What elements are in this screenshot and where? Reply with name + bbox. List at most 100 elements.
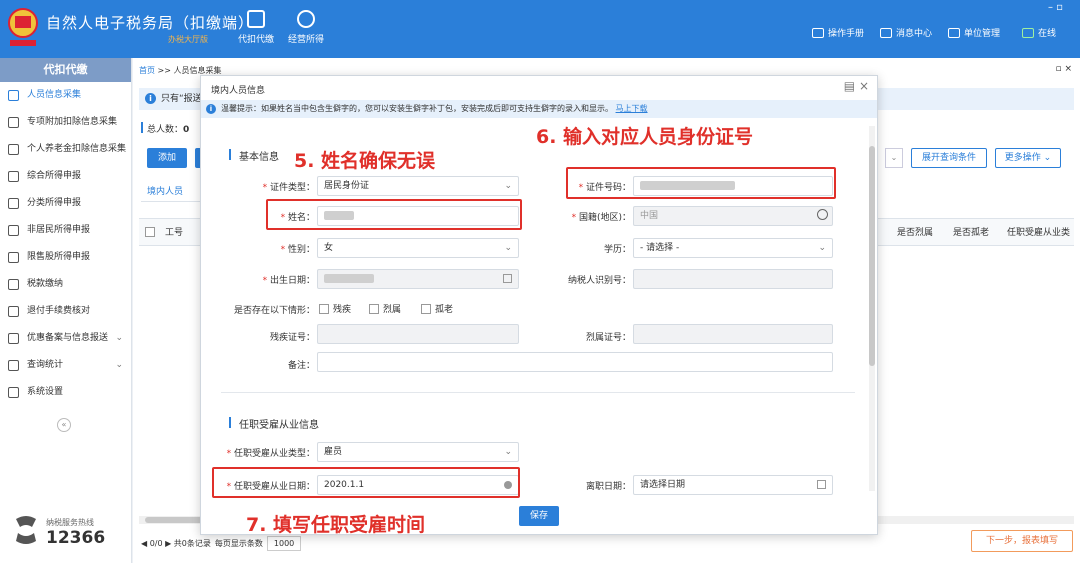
- remark-input[interactable]: [317, 352, 833, 372]
- sidebar-header: 代扣代缴: [0, 58, 131, 82]
- more-ops-label: 更多操作: [1004, 153, 1041, 163]
- employment-type-label: * 任职受雇从业类型：: [226, 449, 315, 459]
- monitor-icon: [1022, 27, 1034, 38]
- unit-management-label: 单位管理: [964, 29, 1001, 39]
- chevron-down-icon: ⌄: [115, 333, 123, 343]
- taxpayer-id-label: 纳税人识别号：: [567, 276, 631, 286]
- birth-date-input[interactable]: [317, 269, 519, 289]
- modal-scrollbar[interactable]: [869, 126, 875, 491]
- nationality-input[interactable]: 中国: [633, 206, 833, 226]
- sidebar-item-9[interactable]: 优惠备案与信息报送 ⌄: [0, 325, 131, 352]
- message-center-label: 消息中心: [896, 29, 933, 39]
- manual-label: 操作手册: [828, 29, 865, 39]
- gear-icon: [8, 387, 19, 398]
- sidebar-item-7[interactable]: 税款缴纳: [0, 271, 131, 298]
- sidebar-collapse-button[interactable]: «: [57, 418, 71, 432]
- employment-type-select[interactable]: 雇员 ⌄: [317, 442, 519, 462]
- education-select[interactable]: - 请选择 - ⌄: [633, 238, 833, 258]
- nationality-value: 中国: [640, 211, 659, 221]
- sidebar-item-5[interactable]: 非居民所得申报: [0, 217, 131, 244]
- disability-cert-input[interactable]: [317, 324, 519, 344]
- sidebar-item-8[interactable]: 退付手续费核对: [0, 298, 131, 325]
- search-icon[interactable]: [817, 209, 828, 220]
- taxpayer-id-input[interactable]: [633, 269, 833, 289]
- coins-icon: [297, 10, 315, 28]
- filter-dropdown[interactable]: ⌄: [885, 148, 903, 168]
- modal-title: 境内人员信息: [211, 86, 266, 96]
- redacted-birth-date: [324, 274, 374, 283]
- sidebar-item-3[interactable]: 综合所得申报: [0, 163, 131, 190]
- pager-text[interactable]: ◀ 0/0 ▶ 共0条记录: [141, 538, 211, 549]
- info-icon: i: [145, 93, 156, 104]
- elderly-checkbox[interactable]: 孤老: [421, 302, 453, 315]
- modal-notice: i 温馨提示：如果姓名当中包含生僻字的，您可以安装生僻字补丁包，安装完成后即可支…: [201, 100, 877, 118]
- annotation-step5: 5. 姓名确保无误: [294, 150, 436, 172]
- maximize-icon[interactable]: ▤: [844, 79, 855, 93]
- education-value: - 请选择 -: [640, 243, 680, 253]
- per-page-label: 每页显示条数: [214, 539, 263, 548]
- sidebar-item-label: 查询统计: [27, 360, 64, 370]
- gender-value: 女: [324, 243, 334, 253]
- sidebar-item-6[interactable]: 限售股所得申报: [0, 244, 131, 271]
- layers-icon: [8, 171, 19, 182]
- annotation-step7: 7. 填写任职受雇时间: [246, 514, 426, 536]
- more-ops-button[interactable]: 更多操作 ⌄: [995, 148, 1061, 168]
- sidebar-item-label: 退付手续费核对: [27, 306, 91, 316]
- gender-select[interactable]: 女 ⌄: [317, 238, 519, 258]
- name-highlight-box: [266, 199, 522, 230]
- calendar-icon: [503, 274, 512, 283]
- window-controls[interactable]: – ▫: [1048, 2, 1063, 13]
- employment-title: 任职受雇从业信息: [239, 420, 319, 431]
- id-type-select[interactable]: 居民身份证 ⌄: [317, 176, 519, 196]
- main-notice-text: 只有“报送: [161, 94, 202, 104]
- receipt-icon: [8, 306, 19, 317]
- manual-icon: [812, 27, 824, 38]
- online-status[interactable]: 在线: [1022, 26, 1056, 39]
- sidebar-item-11[interactable]: 系统设置: [0, 379, 131, 406]
- remark-label: 备注：: [287, 361, 315, 371]
- education-label: 学历：: [603, 245, 631, 255]
- total-count-value: 0: [183, 125, 190, 135]
- employment-date-highlight-box: [212, 467, 520, 498]
- save-button[interactable]: 保存: [519, 506, 559, 526]
- martyr-cert-input[interactable]: [633, 324, 833, 344]
- breadcrumb-current: >> 人员信息采集: [157, 66, 222, 75]
- add-button[interactable]: 添加: [147, 148, 187, 168]
- total-count: 总人数：0: [141, 122, 190, 135]
- manual-link[interactable]: 操作手册: [812, 26, 864, 39]
- list-icon: [8, 117, 19, 128]
- disabled-checkbox[interactable]: 残疾: [319, 302, 351, 315]
- mail-icon: [880, 27, 892, 38]
- expand-filter-button[interactable]: 展开查询条件: [911, 148, 987, 168]
- next-step-button[interactable]: 下一步，报表填写: [971, 530, 1073, 552]
- message-center-link[interactable]: 消息中心: [880, 26, 932, 39]
- leave-date-input[interactable]: 请选择日期: [633, 475, 833, 495]
- sidebar-item-10[interactable]: 查询统计 ⌄: [0, 352, 131, 379]
- per-page-input[interactable]: 1000: [266, 536, 302, 551]
- sidebar-item-1[interactable]: 专项附加扣除信息采集: [0, 109, 131, 136]
- nav-business-income[interactable]: 经营所得: [276, 10, 336, 45]
- sidebar-item-label: 优惠备案与信息报送: [27, 333, 109, 343]
- close-icon[interactable]: ×: [859, 79, 869, 93]
- breadcrumb-home[interactable]: 首页: [139, 66, 155, 75]
- download-link[interactable]: 马上下载: [616, 104, 648, 113]
- sidebar-item-2[interactable]: 个人养老金扣除信息采集: [0, 136, 131, 163]
- martyr-checkbox[interactable]: 烈属: [369, 302, 401, 315]
- search-icon: [8, 360, 19, 371]
- select-all-checkbox[interactable]: [145, 227, 155, 237]
- unit-management-link[interactable]: 单位管理: [948, 26, 1000, 39]
- nav-withholding-label: 代扣代缴: [237, 35, 274, 45]
- sidebar-item-label: 分类所得申报: [27, 198, 82, 208]
- sidebar-item-label: 系统设置: [27, 387, 64, 397]
- modal-controls: ▤ ×: [844, 79, 869, 93]
- scroll-thumb[interactable]: [869, 146, 875, 366]
- sidebar-item-0[interactable]: 人员信息采集: [0, 82, 131, 109]
- disabled-option-label: 残疾: [333, 305, 352, 315]
- chevron-down-icon: ⌄: [504, 447, 512, 457]
- sidebar-item-4[interactable]: 分类所得申报: [0, 190, 131, 217]
- tab-domestic[interactable]: 境内人员: [147, 184, 183, 197]
- panel-controls[interactable]: ▫ ×: [1055, 64, 1072, 74]
- count-bar: [141, 122, 143, 133]
- app-title: 自然人电子税务局（扣缴端）: [46, 14, 255, 32]
- person-icon: [8, 90, 19, 101]
